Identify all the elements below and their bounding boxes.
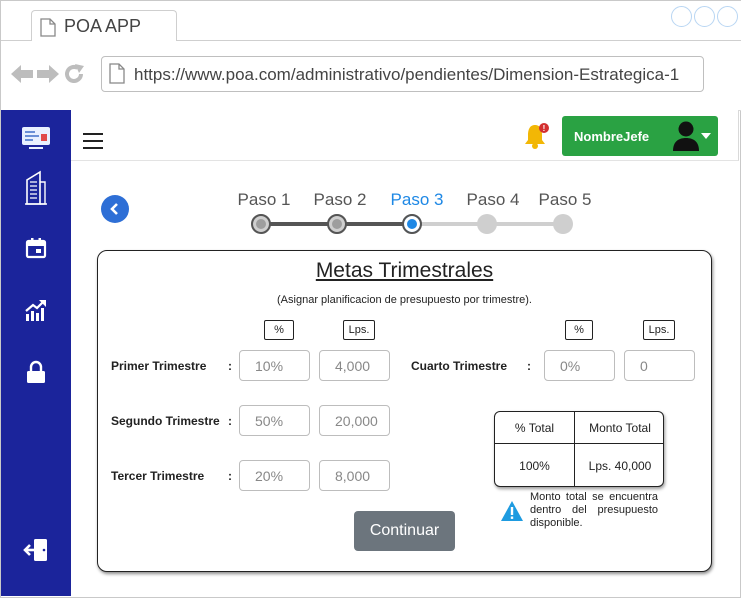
q1-percent-input[interactable]: 10% (239, 350, 310, 381)
dashboard-icon (21, 125, 51, 156)
window-controls (671, 6, 738, 27)
continue-button[interactable]: Continuar (354, 511, 455, 551)
step-1-dot[interactable] (251, 214, 271, 234)
notification-badge: ! (543, 124, 546, 133)
q4-colon: : (527, 359, 531, 373)
summary-table: % Total Monto Total 100% Lps. 40,000 (494, 411, 664, 487)
sidebar-item-dashboard[interactable] (1, 120, 71, 160)
sidebar (1, 110, 71, 596)
q1-label: Primer Trimestre (111, 359, 207, 373)
window-minimize-button[interactable] (671, 6, 692, 27)
q4-lps-input[interactable]: 0 (624, 350, 695, 381)
back-button[interactable] (101, 195, 129, 223)
lps-header-left: Lps. (343, 320, 375, 340)
card-subtitle: (Asignar planificacion de presupuesto po… (277, 294, 532, 306)
user-menu-button[interactable]: NombreJefe (562, 116, 718, 156)
step-2-label: Paso 2 (313, 190, 367, 209)
q2-percent-input[interactable]: 50% (239, 405, 310, 436)
chart-growth-icon (25, 298, 47, 327)
q4-percent-input[interactable]: 0% (544, 350, 615, 381)
document-icon (109, 63, 125, 89)
q3-label: Tercer Trimestre (111, 469, 205, 483)
hamburger-menu-icon[interactable] (83, 133, 103, 154)
url-text: https://www.poa.com/administrativo/pendi… (134, 65, 680, 84)
calendar-icon (25, 237, 47, 264)
user-avatar-icon (672, 120, 700, 157)
summary-header-amount: Monto Total (589, 420, 651, 435)
card-title: Metas Trimestrales (315, 259, 494, 282)
step-5-label: Paso 5 (538, 190, 592, 209)
building-icon (24, 170, 48, 211)
sidebar-item-lock[interactable] (1, 354, 71, 394)
window-close-button[interactable] (717, 6, 738, 27)
lps-header-right: Lps. (643, 320, 675, 340)
budget-status-message: Monto total se encuentra dentro del pres… (530, 491, 658, 529)
url-field[interactable]: https://www.poa.com/administrativo/pendi… (101, 56, 704, 92)
step-3-label: Paso 3 (390, 190, 444, 209)
step-2-dot[interactable] (327, 214, 347, 234)
document-icon (40, 18, 56, 42)
summary-header-percent: % Total (514, 420, 555, 435)
q2-colon: : (228, 414, 232, 428)
user-name: NombreJefe (574, 129, 650, 144)
summary-value-amount: Lps. 40,000 (588, 459, 652, 473)
app-header: ! NombreJefe (71, 110, 739, 161)
address-bar-row: https://www.poa.com/administrativo/pendi… (1, 41, 741, 111)
window-maximize-button[interactable] (694, 6, 715, 27)
percent-header-right: % (565, 320, 593, 340)
step-4-label: Paso 4 (466, 190, 520, 209)
step-5-dot[interactable] (553, 214, 573, 234)
chevron-left-icon (110, 203, 118, 215)
q2-label: Segundo Trimestre (111, 414, 220, 428)
sidebar-item-calendar[interactable] (1, 230, 71, 270)
sidebar-item-buildings[interactable] (1, 170, 71, 210)
sidebar-item-logout[interactable] (1, 532, 71, 572)
tab-title: POA APP (64, 16, 142, 36)
sidebar-item-reports[interactable] (1, 292, 71, 332)
lock-icon (26, 360, 46, 389)
q2-lps-input[interactable]: 20,000 (319, 405, 390, 436)
warning-icon (500, 500, 524, 527)
q3-colon: : (228, 469, 232, 483)
tab-bar: POA APP (1, 1, 741, 42)
forward-arrow-icon[interactable] (37, 64, 59, 89)
q3-lps-input[interactable]: 8,000 (319, 460, 390, 491)
chevron-down-icon (701, 133, 711, 139)
q4-label: Cuarto Trimestre (411, 359, 508, 373)
reload-icon[interactable] (63, 63, 85, 90)
q3-percent-input[interactable]: 20% (239, 460, 310, 491)
percent-header-left: % (264, 320, 294, 340)
q1-colon: : (228, 359, 232, 373)
browser-tab[interactable]: POA APP (31, 10, 177, 42)
step-4-dot[interactable] (477, 214, 497, 234)
step-3-dot[interactable] (402, 214, 422, 234)
notifications-bell-icon[interactable]: ! (521, 121, 551, 156)
step-1-label: Paso 1 (237, 190, 291, 209)
summary-value-percent: 100% (519, 459, 550, 473)
logout-icon (23, 537, 49, 568)
back-arrow-icon[interactable] (11, 64, 33, 89)
quarterly-goals-card: Metas Trimestrales (Asignar planificacio… (97, 250, 712, 572)
q1-lps-input[interactable]: 4,000 (319, 350, 390, 381)
